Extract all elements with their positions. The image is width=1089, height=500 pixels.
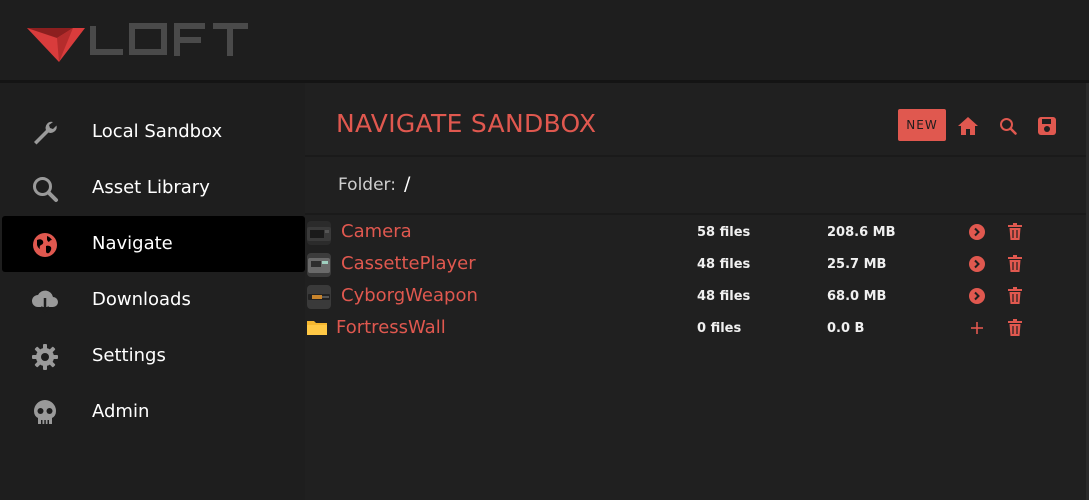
home-icon[interactable] — [957, 115, 979, 137]
asset-thumbnail — [307, 253, 331, 277]
folder-name-link[interactable]: CyborgWeapon — [341, 285, 478, 306]
folder-path: / — [404, 173, 411, 195]
open-circle-icon[interactable] — [968, 255, 986, 273]
main-panel: NAVIGATE SANDBOX NEW Folder: / Camera 58… — [305, 83, 1089, 500]
cloud-download-icon — [30, 286, 60, 316]
sidebar-item-label: Asset Library — [92, 177, 210, 198]
sidebar-item-local-sandbox[interactable]: Local Sandbox — [2, 104, 305, 160]
sidebar-item-asset-library[interactable]: Asset Library — [2, 160, 305, 216]
asset-thumbnail — [307, 285, 331, 309]
asset-thumbnail — [307, 221, 331, 245]
folder-bar: Folder: / — [305, 157, 1089, 215]
table-row: Camera 58 files 208.6 MB — [305, 216, 1089, 248]
sidebar-item-downloads[interactable]: Downloads — [2, 272, 305, 328]
file-count: 0 files — [697, 321, 742, 336]
sidebar-item-label: Downloads — [92, 289, 191, 310]
sidebar-item-label: Navigate — [92, 233, 173, 254]
trash-icon[interactable] — [1006, 222, 1024, 242]
sidebar-item-label: Local Sandbox — [92, 121, 223, 142]
sidebar-item-navigate[interactable]: Navigate — [2, 216, 305, 272]
table-row: CyborgWeapon 48 files 68.0 MB — [305, 280, 1089, 312]
gear-icon — [30, 342, 60, 372]
loft-logo[interactable] — [27, 22, 249, 68]
app-header — [0, 0, 1089, 83]
skull-icon — [30, 398, 60, 428]
plus-icon[interactable] — [968, 319, 986, 337]
folder-icon — [306, 317, 330, 341]
folder-size: 208.6 MB — [827, 225, 896, 240]
wrench-icon — [30, 118, 60, 148]
save-icon[interactable] — [1036, 115, 1058, 137]
sidebar: Local Sandbox Asset Library Navigate Dow… — [0, 83, 305, 500]
file-count: 48 files — [697, 289, 751, 304]
new-button[interactable]: NEW — [898, 109, 946, 141]
sidebar-item-admin[interactable]: Admin — [2, 384, 305, 440]
title-bar: NAVIGATE SANDBOX NEW — [305, 83, 1089, 157]
folder-label: Folder: — [338, 175, 396, 195]
folder-name-link[interactable]: Camera — [341, 221, 412, 242]
folder-size: 68.0 MB — [827, 289, 887, 304]
table-row: FortressWall 0 files 0.0 B — [305, 312, 1089, 344]
page-title: NAVIGATE SANDBOX — [336, 109, 597, 138]
search-icon[interactable] — [997, 115, 1019, 137]
folder-size: 25.7 MB — [827, 257, 887, 272]
trash-icon[interactable] — [1006, 286, 1024, 306]
open-circle-icon[interactable] — [968, 223, 986, 241]
search-icon — [30, 174, 60, 204]
folder-name-link[interactable]: FortressWall — [336, 317, 446, 338]
trash-icon[interactable] — [1006, 254, 1024, 274]
file-count: 58 files — [697, 225, 751, 240]
sidebar-item-label: Admin — [92, 401, 150, 422]
open-circle-icon[interactable] — [968, 287, 986, 305]
globe-icon — [30, 230, 60, 260]
folder-size: 0.0 B — [827, 321, 865, 336]
folder-name-link[interactable]: CassettePlayer — [341, 253, 476, 274]
file-count: 48 files — [697, 257, 751, 272]
trash-icon[interactable] — [1006, 318, 1024, 338]
sidebar-item-label: Settings — [92, 345, 166, 366]
sidebar-item-settings[interactable]: Settings — [2, 328, 305, 384]
table-row: CassettePlayer 48 files 25.7 MB — [305, 248, 1089, 280]
